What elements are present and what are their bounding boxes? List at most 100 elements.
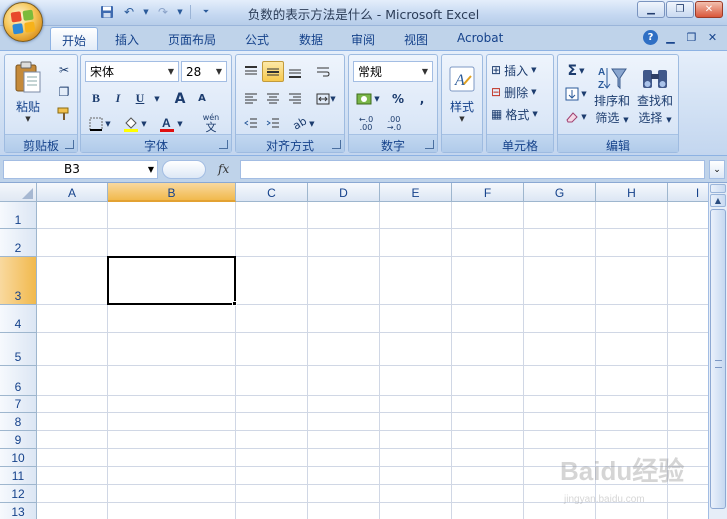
paste-dropdown-icon[interactable]: ▼ [25, 115, 30, 123]
fill-handle[interactable] [232, 301, 237, 306]
sort-filter-button[interactable]: AZ 排序和 筛选 ▼ [592, 59, 632, 131]
autosum-icon[interactable]: Σ ▼ [562, 60, 590, 81]
column-header-a[interactable]: A [37, 183, 108, 202]
grow-font-button[interactable]: A [169, 88, 191, 109]
percent-button[interactable]: % [387, 88, 409, 109]
row-header-1[interactable]: 1 [0, 202, 37, 229]
insert-cells-button[interactable]: ⊞ 插入 ▼ [491, 60, 536, 80]
customize-qat-icon[interactable]: ⏷ [197, 3, 215, 21]
wrap-text-icon[interactable] [312, 61, 334, 82]
tab-page-layout[interactable]: 页面布局 [158, 27, 226, 50]
row-header-8[interactable]: 8 [0, 413, 37, 431]
tab-view[interactable]: 视图 [393, 27, 439, 50]
tab-insert[interactable]: 插入 [103, 27, 151, 50]
ribbon-minimize-icon[interactable]: ▁ [662, 29, 679, 46]
fill-color-icon[interactable]: ▼ [119, 113, 151, 134]
font-color-icon[interactable]: A ▼ [155, 113, 187, 134]
decrease-indent-icon[interactable] [240, 113, 262, 134]
styles-button[interactable]: A 样式 ▼ [445, 59, 479, 129]
restore-icon[interactable]: ❐ [666, 1, 694, 18]
copy-icon[interactable]: ❐ [53, 81, 75, 102]
undo-dropdown-icon[interactable]: ▼ [142, 3, 150, 21]
font-size-select[interactable]: 28 ▼ [181, 61, 227, 82]
comma-button[interactable]: , [411, 88, 433, 109]
row-header-2[interactable]: 2 [0, 229, 37, 257]
column-header-c[interactable]: C [236, 183, 308, 202]
row-header-7[interactable]: 7 [0, 396, 37, 413]
align-middle-icon[interactable] [262, 61, 284, 82]
redo-icon[interactable]: ↷ [154, 3, 172, 21]
formula-input[interactable] [240, 160, 705, 179]
decrease-decimal-icon[interactable]: .00 →.0 [381, 113, 407, 134]
increase-decimal-icon[interactable]: ←.0.00 [353, 113, 379, 134]
number-launcher-icon[interactable] [425, 140, 434, 149]
tab-acrobat[interactable]: Acrobat [447, 27, 513, 50]
shrink-font-button[interactable]: A [191, 88, 213, 109]
name-box-dropdown-icon[interactable]: ▼ [148, 165, 154, 174]
currency-icon[interactable]: ▼ [353, 88, 383, 109]
column-header-h[interactable]: H [596, 183, 668, 202]
bold-button[interactable]: B [85, 88, 107, 109]
column-header-b[interactable]: B [108, 183, 236, 202]
help-icon[interactable]: ? [643, 30, 658, 45]
tab-review[interactable]: 审阅 [340, 27, 386, 50]
font-name-select[interactable]: 宋体 ▼ [85, 61, 179, 82]
column-header-g[interactable]: G [524, 183, 596, 202]
align-center-icon[interactable] [262, 88, 284, 109]
row-header-11[interactable]: 11 [0, 467, 37, 485]
row-header-4[interactable]: 4 [0, 305, 37, 333]
office-button[interactable] [3, 2, 43, 42]
tab-formulas[interactable]: 公式 [234, 27, 280, 50]
underline-button[interactable]: U [129, 88, 151, 109]
insert-function-icon[interactable]: fx [218, 162, 229, 176]
align-right-icon[interactable] [284, 88, 306, 109]
column-header-f[interactable]: F [452, 183, 524, 202]
border-icon[interactable]: ▼ [85, 113, 115, 134]
column-header-e[interactable]: E [380, 183, 452, 202]
paste-button[interactable]: 粘贴 ▼ [11, 59, 45, 123]
clear-icon[interactable]: ▼ [562, 106, 590, 127]
active-cell[interactable] [107, 256, 236, 305]
find-select-button[interactable]: 查找和 选择 ▼ [634, 59, 676, 131]
tab-data[interactable]: 数据 [288, 27, 334, 50]
redo-dropdown-icon[interactable]: ▼ [176, 3, 184, 21]
number-format-select[interactable]: 常规 ▼ [353, 61, 433, 82]
save-icon[interactable] [98, 3, 116, 21]
name-box[interactable]: B3 ▼ [3, 160, 158, 179]
close-icon[interactable]: ✕ [695, 1, 723, 18]
row-header-6[interactable]: 6 [0, 366, 37, 396]
row-header-5[interactable]: 5 [0, 333, 37, 366]
expand-formula-bar-icon[interactable]: ⌄ [709, 160, 725, 179]
scroll-up-icon[interactable]: ▲ [710, 194, 726, 207]
fill-icon[interactable]: ▼ [562, 83, 590, 104]
ribbon-restore-icon[interactable]: ❐ [683, 29, 700, 46]
row-header-12[interactable]: 12 [0, 485, 37, 503]
align-bottom-icon[interactable] [284, 61, 306, 82]
scroll-thumb[interactable] [710, 209, 726, 509]
row-header-13[interactable]: 13 [0, 503, 37, 519]
column-header-d[interactable]: D [308, 183, 380, 202]
align-left-icon[interactable] [240, 88, 262, 109]
minimize-icon[interactable]: ▁ [637, 1, 665, 18]
phonetic-guide-icon[interactable]: wén 文 [193, 111, 229, 135]
row-header-9[interactable]: 9 [0, 431, 37, 449]
formula-bar-splitter[interactable] [162, 160, 206, 179]
format-painter-icon[interactable] [53, 103, 75, 124]
tab-home[interactable]: 开始 [50, 27, 98, 50]
column-header-i[interactable]: I [668, 183, 708, 202]
select-all-button[interactable] [0, 183, 37, 202]
undo-icon[interactable]: ↶ [120, 3, 138, 21]
format-cells-button[interactable]: ▦ 格式 ▼ [491, 104, 538, 124]
delete-cells-button[interactable]: ⊟ 删除 ▼ [491, 82, 536, 102]
cut-icon[interactable]: ✂ [53, 59, 75, 80]
font-launcher-icon[interactable] [219, 140, 228, 149]
row-header-3[interactable]: 3 [0, 257, 37, 305]
row-header-10[interactable]: 10 [0, 449, 37, 467]
italic-button[interactable]: I [107, 88, 129, 109]
clipboard-launcher-icon[interactable] [65, 140, 74, 149]
orientation-icon[interactable]: ab ▼ [288, 113, 320, 134]
merge-center-icon[interactable]: ▼ [312, 88, 340, 109]
ribbon-close-icon[interactable]: ✕ [704, 29, 721, 46]
increase-indent-icon[interactable] [262, 113, 284, 134]
split-box-icon[interactable] [710, 184, 726, 193]
